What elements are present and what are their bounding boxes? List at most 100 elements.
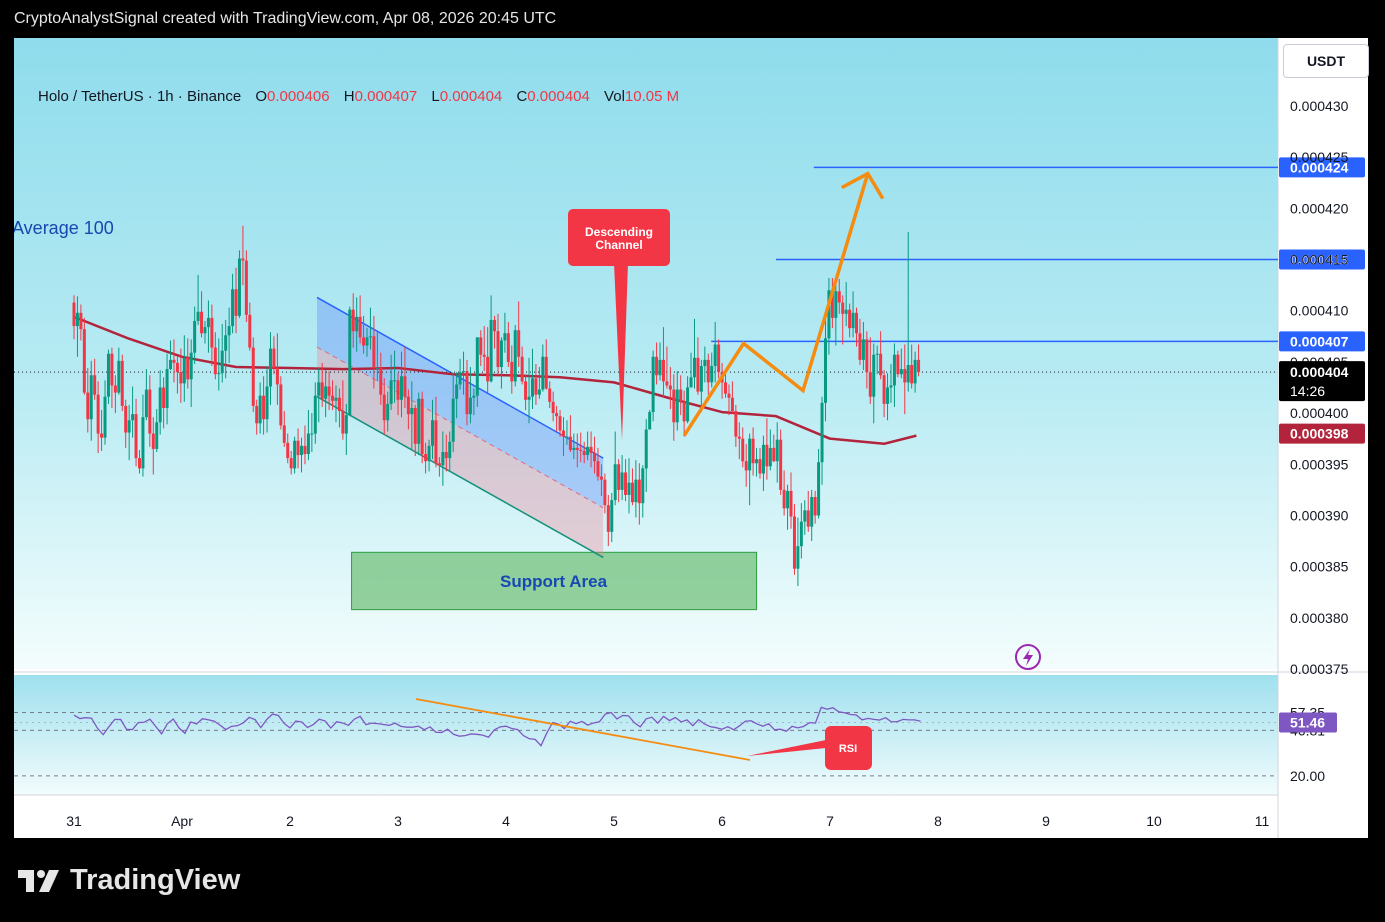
- candle-body: [534, 378, 538, 395]
- candle-body: [520, 356, 524, 382]
- candle-body: [603, 479, 607, 506]
- price-tick-label: 0.000380: [1290, 610, 1349, 626]
- time-tick-label: 8: [934, 813, 942, 829]
- candle-body: [710, 366, 714, 383]
- candle-body: [617, 464, 621, 490]
- candle-body: [265, 386, 269, 420]
- candle-body: [448, 441, 452, 459]
- candle-body: [324, 386, 328, 399]
- candle-body: [413, 407, 417, 444]
- candle-body: [858, 333, 862, 360]
- candle-body: [103, 396, 107, 438]
- candle-body: [79, 312, 83, 330]
- candle-body: [903, 369, 907, 383]
- candle-body: [734, 411, 738, 437]
- high-value: 0.000407: [354, 88, 418, 105]
- price-tick-label: 0.000390: [1290, 507, 1349, 523]
- candle-body: [262, 395, 266, 420]
- high-label: H: [343, 88, 355, 105]
- candle-body: [300, 445, 304, 456]
- price-tick-label: 0.000420: [1290, 200, 1349, 216]
- candle-body: [165, 369, 169, 408]
- candle-body: [417, 398, 421, 444]
- candle-body: [275, 368, 279, 385]
- candle-body: [779, 439, 783, 490]
- candle-body: [131, 414, 135, 421]
- candle-body: [155, 422, 159, 449]
- candle-body: [844, 309, 848, 314]
- candle-body: [644, 429, 648, 469]
- candle-body: [530, 378, 534, 397]
- candle-body: [120, 360, 124, 406]
- candle-body: [444, 451, 448, 459]
- candle-body: [396, 380, 400, 400]
- candle-body: [358, 316, 362, 338]
- candle-body: [220, 350, 224, 374]
- candle-body: [713, 344, 717, 367]
- candle-body: [596, 461, 600, 477]
- candle-body: [689, 377, 693, 388]
- candle-body: [544, 356, 548, 389]
- candle-body: [782, 489, 786, 509]
- candle-body: [296, 440, 300, 456]
- candle-body: [889, 385, 893, 388]
- candle-body: [841, 302, 845, 314]
- candle-body: [737, 436, 741, 439]
- candle-body: [624, 472, 628, 495]
- candle-body: [548, 388, 552, 402]
- candle: [82, 317, 86, 395]
- time-tick-label: 2: [286, 813, 294, 829]
- candle-body: [748, 438, 752, 471]
- candle: [513, 325, 517, 387]
- candle-body: [565, 436, 569, 438]
- candle-body: [179, 372, 183, 384]
- candle-countdown: 14:26: [1290, 383, 1325, 399]
- candle-body: [320, 382, 324, 399]
- candle-body: [465, 371, 469, 415]
- candle-body: [493, 319, 497, 332]
- candle-body: [606, 505, 610, 532]
- candle-body: [730, 397, 734, 412]
- candle-body: [158, 387, 162, 423]
- candle-body: [610, 500, 614, 532]
- candle-body: [555, 413, 559, 417]
- currency-button[interactable]: USDT: [1283, 44, 1369, 78]
- candle-body: [679, 389, 683, 402]
- candle-body: [541, 356, 545, 390]
- candle-body: [406, 396, 410, 415]
- candle-body: [113, 385, 117, 393]
- candle-body: [175, 362, 179, 373]
- candle-body: [892, 354, 896, 386]
- candle-body: [251, 347, 255, 406]
- tradingview-logo: TradingView: [18, 864, 240, 897]
- candle-body: [117, 360, 121, 393]
- candle-body: [772, 447, 776, 462]
- candle-body: [855, 312, 859, 334]
- candle-body: [879, 353, 883, 376]
- chart-svg[interactable]: Support Area Average 100 RSI DescendingC…: [14, 38, 1368, 838]
- price-tick-label: 0.000415: [1290, 252, 1349, 268]
- candle-body: [327, 386, 331, 396]
- candle-body: [524, 381, 528, 400]
- close-label: C: [516, 88, 528, 105]
- candle-body: [913, 359, 917, 384]
- candle-body: [341, 411, 345, 434]
- candle-body: [151, 433, 155, 449]
- candle-body: [110, 353, 114, 386]
- candle-body: [599, 476, 603, 480]
- candle-body: [403, 376, 407, 397]
- time-tick-label: 6: [718, 813, 726, 829]
- candle-body: [658, 359, 662, 376]
- candle-body: [337, 397, 341, 412]
- candle-body: [210, 317, 214, 348]
- candle: [244, 250, 248, 322]
- candle-body: [510, 361, 514, 382]
- candle-body: [203, 327, 207, 334]
- candle-body: [441, 451, 445, 466]
- candle-body: [124, 405, 128, 433]
- price-tick-label: 0.000430: [1290, 98, 1349, 114]
- candle: [120, 354, 124, 412]
- attribution-text: CryptoAnalystSignal created with Trading…: [14, 10, 557, 27]
- candle-body: [537, 389, 541, 395]
- candle-body: [703, 359, 707, 367]
